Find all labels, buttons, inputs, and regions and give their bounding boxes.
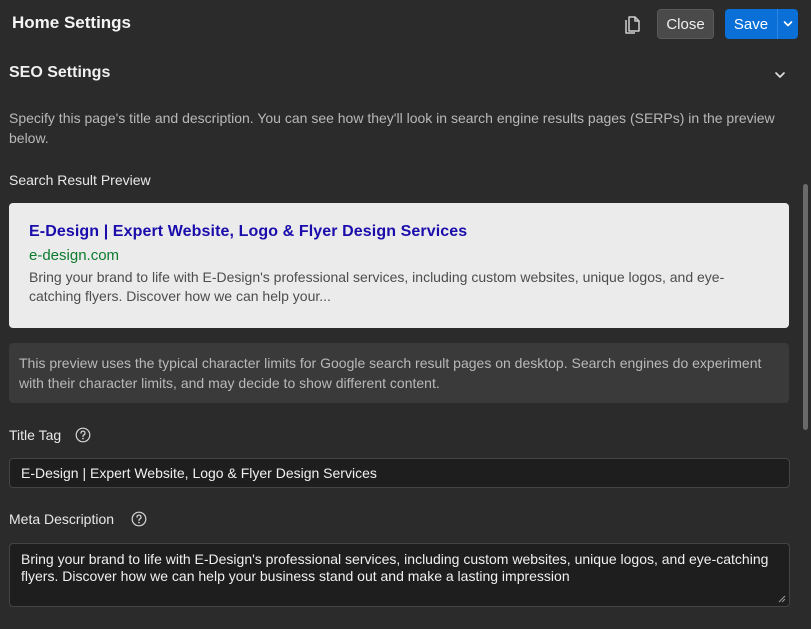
help-icon[interactable] — [131, 511, 147, 527]
chevron-down-icon — [783, 21, 793, 27]
serp-url: e-design.com — [29, 247, 120, 264]
preview-notice: This preview uses the typical character … — [9, 343, 789, 403]
close-button[interactable]: Close — [657, 9, 714, 39]
copy-icon[interactable] — [623, 14, 641, 34]
meta-description-textarea[interactable]: Bring your brand to life with E-Design's… — [9, 543, 790, 607]
preview-label: Search Result Preview — [9, 172, 151, 188]
serp-preview-card: E-Design | Expert Website, Logo & Flyer … — [9, 203, 789, 328]
section-description: Specify this page's title and descriptio… — [9, 110, 775, 146]
save-button[interactable]: Save — [725, 9, 777, 39]
title-tag-label: Title Tag — [9, 427, 62, 443]
header-bar: Home Settings Close Save — [0, 0, 811, 48]
title-tag-input[interactable]: E-Design | Expert Website, Logo & Flyer … — [9, 458, 790, 488]
serp-description: Bring your brand to life with E-Design's… — [29, 269, 725, 304]
meta-description-text: Bring your brand to life with E-Design's… — [21, 551, 769, 584]
save-options-button[interactable] — [778, 9, 798, 39]
section-title: SEO Settings — [9, 64, 111, 81]
resize-handle-icon[interactable] — [778, 595, 786, 603]
help-icon[interactable] — [75, 427, 91, 443]
scrollbar-thumb[interactable] — [803, 184, 808, 430]
chevron-down-icon[interactable] — [773, 68, 787, 82]
save-button-group: Save — [725, 9, 798, 39]
page-title: Home Settings — [12, 13, 132, 32]
serp-title: E-Design | Expert Website, Logo & Flyer … — [29, 223, 468, 240]
meta-description-label: Meta Description — [9, 511, 115, 527]
